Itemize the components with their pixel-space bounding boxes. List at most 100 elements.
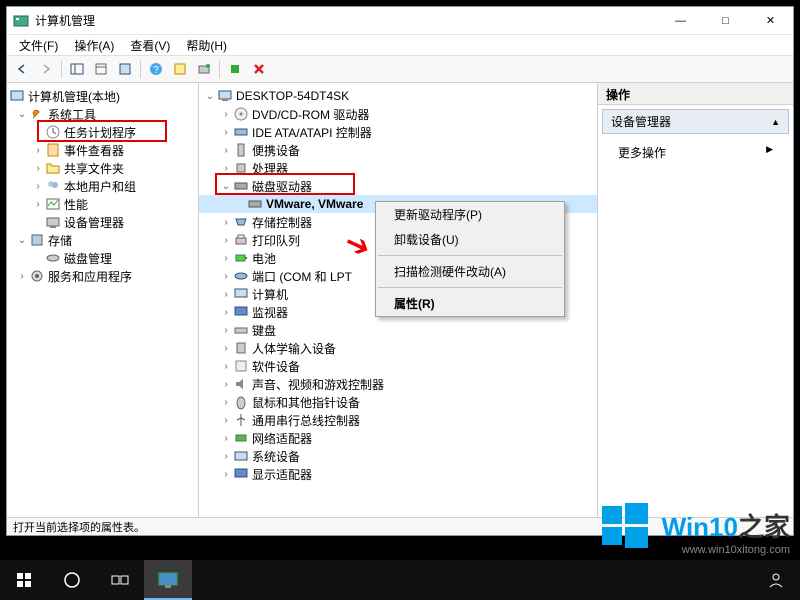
tree-services-apps[interactable]: › 服务和应用程序 bbox=[7, 267, 198, 285]
device-hid[interactable]: ›人体学输入设备 bbox=[199, 339, 597, 357]
device-network[interactable]: ›网络适配器 bbox=[199, 429, 597, 447]
menu-file[interactable]: 文件(F) bbox=[13, 36, 64, 55]
ctx-uninstall-device[interactable]: 卸载设备(U) bbox=[376, 227, 564, 252]
chevron-right-icon[interactable]: › bbox=[31, 127, 45, 138]
chevron-right-icon[interactable]: › bbox=[31, 163, 45, 174]
chevron-right-icon[interactable]: › bbox=[31, 145, 45, 156]
chevron-down-icon[interactable]: ⌄ bbox=[219, 181, 233, 192]
chevron-right-icon[interactable]: › bbox=[219, 163, 233, 174]
chevron-right-icon[interactable]: › bbox=[219, 451, 233, 462]
tree-root[interactable]: 计算机管理(本地) bbox=[7, 87, 198, 105]
system-device-icon bbox=[233, 448, 249, 464]
disable-button[interactable] bbox=[248, 58, 270, 80]
menu-help[interactable]: 帮助(H) bbox=[180, 36, 233, 55]
device-manager-icon bbox=[45, 214, 61, 230]
actions-section[interactable]: 设备管理器 ▲ bbox=[602, 109, 789, 134]
ctx-update-driver[interactable]: 更新驱动程序(P) bbox=[376, 202, 564, 227]
forward-button[interactable] bbox=[35, 58, 57, 80]
chevron-right-icon[interactable]: › bbox=[219, 253, 233, 264]
users-icon bbox=[45, 178, 61, 194]
chevron-right-icon[interactable]: › bbox=[219, 433, 233, 444]
enable-button[interactable] bbox=[224, 58, 246, 80]
device-ide[interactable]: ›IDE ATA/ATAPI 控制器 bbox=[199, 123, 597, 141]
actions-pane: 操作 设备管理器 ▲ 更多操作 ▶ bbox=[598, 83, 793, 535]
chevron-right-icon[interactable]: › bbox=[15, 271, 29, 282]
chevron-down-icon[interactable]: ⌄ bbox=[15, 235, 29, 246]
windows-logo-icon bbox=[600, 500, 650, 550]
chevron-right-icon[interactable]: › bbox=[219, 109, 233, 120]
device-tree-pane: ⌄DESKTOP-54DT4SK ›DVD/CD-ROM 驱动器 ›IDE AT… bbox=[199, 83, 598, 535]
menu-action[interactable]: 操作(A) bbox=[68, 36, 120, 55]
chevron-right-icon[interactable]: › bbox=[31, 199, 45, 210]
show-hide-button[interactable] bbox=[66, 58, 88, 80]
cortana-button[interactable] bbox=[48, 560, 96, 600]
ctx-scan-hardware[interactable]: 扫描检测硬件改动(A) bbox=[376, 259, 564, 284]
battery-icon bbox=[233, 250, 249, 266]
tree-event-viewer[interactable]: › 事件查看器 bbox=[7, 141, 198, 159]
chevron-right-icon[interactable]: › bbox=[219, 235, 233, 246]
device-display[interactable]: ›显示适配器 bbox=[199, 465, 597, 483]
tree-performance[interactable]: › 性能 bbox=[7, 195, 198, 213]
chevron-right-icon[interactable]: › bbox=[31, 181, 45, 192]
computer-mgmt-icon bbox=[9, 88, 25, 104]
chevron-down-icon[interactable]: ⌄ bbox=[15, 109, 29, 120]
device-software[interactable]: ›软件设备 bbox=[199, 357, 597, 375]
actions-header: 操作 bbox=[598, 83, 793, 105]
device-cpu[interactable]: ›处理器 bbox=[199, 159, 597, 177]
device-usb[interactable]: ›通用串行总线控制器 bbox=[199, 411, 597, 429]
toolbar: ? bbox=[7, 55, 793, 83]
display-icon bbox=[233, 466, 249, 482]
chevron-right-icon[interactable]: › bbox=[219, 289, 233, 300]
tree-shared-folders[interactable]: › 共享文件夹 bbox=[7, 159, 198, 177]
device-mouse[interactable]: ›鼠标和其他指针设备 bbox=[199, 393, 597, 411]
chevron-down-icon[interactable]: ⌄ bbox=[203, 91, 217, 102]
storage-icon bbox=[29, 232, 45, 248]
chevron-right-icon[interactable]: › bbox=[219, 145, 233, 156]
chevron-right-icon[interactable]: › bbox=[219, 307, 233, 318]
refresh-button[interactable] bbox=[114, 58, 136, 80]
close-button[interactable]: ✕ bbox=[748, 7, 793, 34]
device-sound[interactable]: ›声音、视频和游戏控制器 bbox=[199, 375, 597, 393]
maximize-button[interactable]: □ bbox=[703, 7, 748, 34]
device-disk-drives[interactable]: ⌄磁盘驱动器 bbox=[199, 177, 597, 195]
scan-button[interactable] bbox=[193, 58, 215, 80]
people-button[interactable] bbox=[752, 560, 800, 600]
chevron-right-icon[interactable]: › bbox=[219, 343, 233, 354]
chevron-right-icon[interactable]: › bbox=[219, 271, 233, 282]
disk-icon bbox=[45, 250, 61, 266]
watermark: Win10之家 www.win10xitong.com bbox=[662, 507, 790, 556]
device-root[interactable]: ⌄DESKTOP-54DT4SK bbox=[199, 87, 597, 105]
svg-text:?: ? bbox=[153, 65, 159, 76]
device-system[interactable]: ›系统设备 bbox=[199, 447, 597, 465]
more-actions-link[interactable]: 更多操作 ▶ bbox=[598, 138, 793, 167]
chevron-right-icon[interactable]: › bbox=[219, 379, 233, 390]
taskbar-app-mmc[interactable] bbox=[144, 560, 192, 600]
start-button[interactable] bbox=[0, 560, 48, 600]
taskview-button[interactable] bbox=[96, 560, 144, 600]
chevron-right-icon[interactable]: › bbox=[219, 325, 233, 336]
menu-view[interactable]: 查看(V) bbox=[124, 36, 176, 55]
tree-device-manager[interactable]: 设备管理器 bbox=[7, 213, 198, 231]
help-button[interactable]: ? bbox=[145, 58, 167, 80]
ctx-properties[interactable]: 属性(R) bbox=[376, 291, 564, 316]
view-button[interactable] bbox=[90, 58, 112, 80]
device-dvd[interactable]: ›DVD/CD-ROM 驱动器 bbox=[199, 105, 597, 123]
device-portable[interactable]: ›便携设备 bbox=[199, 141, 597, 159]
tree-storage[interactable]: ⌄ 存储 bbox=[7, 231, 198, 249]
minimize-button[interactable]: — bbox=[658, 7, 703, 34]
main-window: 计算机管理 — □ ✕ 文件(F) 操作(A) 查看(V) 帮助(H) ? bbox=[6, 6, 794, 536]
back-button[interactable] bbox=[11, 58, 33, 80]
tree-disk-mgmt[interactable]: 磁盘管理 bbox=[7, 249, 198, 267]
tree-local-users[interactable]: › 本地用户和组 bbox=[7, 177, 198, 195]
chevron-right-icon[interactable]: › bbox=[219, 397, 233, 408]
chevron-right-icon[interactable]: › bbox=[219, 415, 233, 426]
collapse-icon[interactable]: ▲ bbox=[771, 117, 780, 127]
tree-system-tools[interactable]: ⌄ 系统工具 bbox=[7, 105, 198, 123]
chevron-right-icon[interactable]: › bbox=[219, 127, 233, 138]
tree-task-scheduler[interactable]: › 任务计划程序 bbox=[7, 123, 198, 141]
properties-button[interactable] bbox=[169, 58, 191, 80]
chevron-right-icon[interactable]: › bbox=[219, 361, 233, 372]
chevron-right-icon[interactable]: › bbox=[219, 217, 233, 228]
chevron-right-icon[interactable]: › bbox=[219, 469, 233, 480]
device-keyboard[interactable]: ›键盘 bbox=[199, 321, 597, 339]
